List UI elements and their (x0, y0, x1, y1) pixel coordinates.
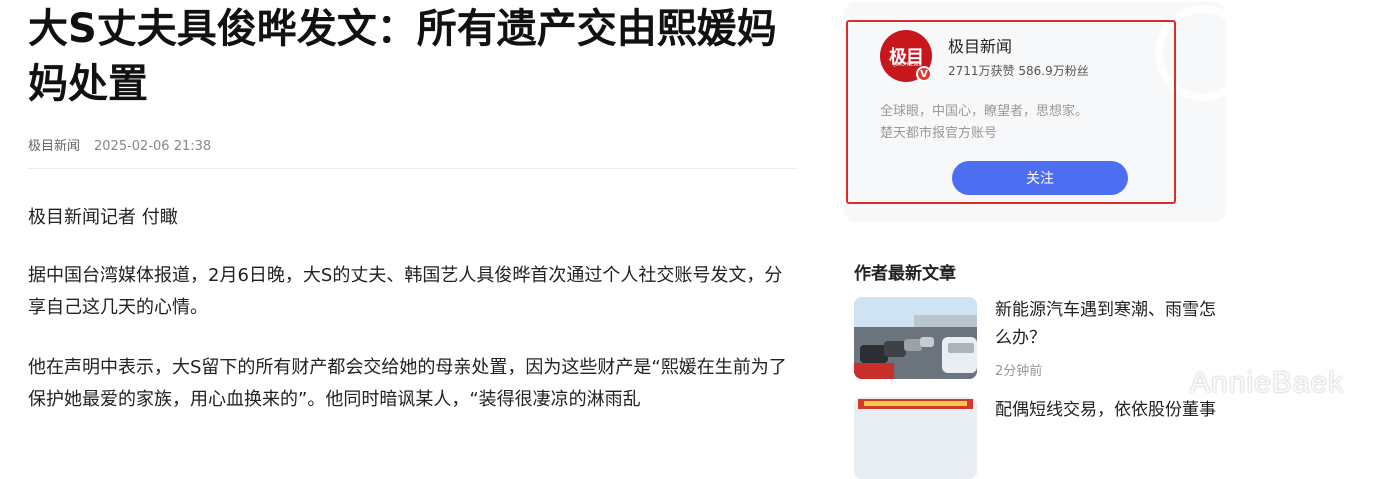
latest-article-title-1[interactable]: 新能源汽车遇到寒潮、雨雪怎么办？ (995, 296, 1231, 352)
article-thumbnail-1[interactable] (854, 297, 977, 379)
article-thumbnail-2[interactable] (854, 397, 977, 479)
building-sign-image (854, 397, 977, 479)
latest-articles-heading: 作者最新文章 (854, 264, 956, 284)
article-paragraph-1: 据中国台湾媒体报道，2月6日晚，大S的丈夫、韩国艺人具俊晔首次通过个人社交账号发… (28, 265, 783, 318)
divider (28, 168, 798, 169)
latest-article-time-1: 2分钟前 (995, 364, 1043, 379)
article-date: 2025-02-06 21:38 (94, 139, 212, 154)
article-meta: 极目新闻 2025-02-06 21:38 (28, 135, 211, 154)
article-source[interactable]: 极目新闻 (28, 139, 80, 154)
highlight-box (846, 20, 1176, 204)
article-reporter: 极目新闻记者 付瞰 (28, 207, 178, 228)
article-paragraph-2: 他在声明中表示，大S留下的所有财产都会交给她的母亲处置，因为这些财产是“熙媛在生… (28, 357, 787, 410)
article-title: 大S丈夫具俊晔发文：所有遗产交由熙媛妈妈处置 (28, 6, 777, 107)
watermark: AnnieBaek (1190, 366, 1345, 399)
latest-article-title-2[interactable]: 配偶短线交易，依依股份董事 (995, 396, 1231, 424)
traffic-jam-image (854, 297, 977, 379)
